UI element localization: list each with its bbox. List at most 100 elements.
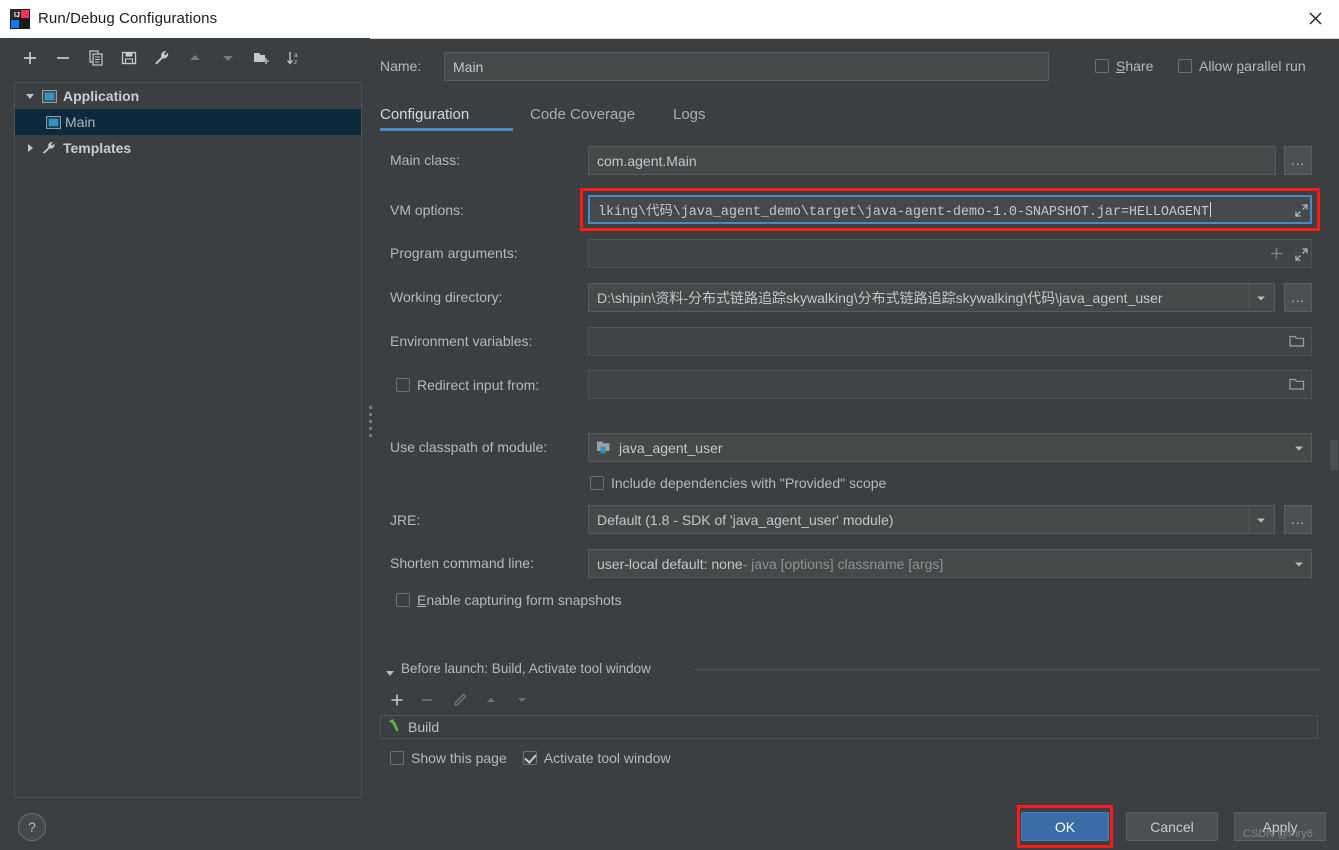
activate-tool-window-label: Activate tool window — [543, 750, 671, 766]
build-hammer-icon — [387, 718, 402, 736]
redirect-input-label: Redirect input from: — [417, 377, 540, 393]
application-icon — [43, 115, 63, 129]
module-icon — [595, 438, 613, 456]
before-launch-task-row[interactable]: Build — [380, 715, 1318, 739]
move-up-button[interactable] — [181, 44, 209, 72]
window-title: Run/Debug Configurations — [38, 10, 218, 27]
shorten-command-line-hint: - java [options] classname [args] — [742, 555, 944, 572]
checkbox-box[interactable] — [1095, 59, 1109, 73]
jre-browse-button[interactable]: ... — [1284, 505, 1312, 534]
include-provided-dependencies-checkbox[interactable]: Include dependencies with "Provided" sco… — [590, 475, 886, 491]
jre-label: JRE: — [390, 512, 421, 528]
environment-variables-label: Environment variables: — [390, 333, 533, 349]
redirect-input-checkbox[interactable]: Redirect input from: — [396, 377, 539, 393]
folder-icon[interactable] — [1285, 371, 1309, 397]
vm-options-label: VM options: — [390, 202, 464, 218]
tree-item-templates[interactable]: Templates — [15, 135, 361, 161]
text-caret — [1209, 202, 1211, 217]
working-directory-dropdown-arrow[interactable] — [1249, 284, 1272, 311]
chevron-down-icon[interactable] — [385, 666, 395, 681]
show-this-page-checkbox[interactable]: Show this page — [390, 750, 507, 766]
move-task-up-button[interactable] — [479, 688, 503, 712]
main-class-browse-button[interactable]: ... — [1284, 146, 1312, 175]
tree-item-main[interactable]: Main — [15, 109, 361, 135]
scrollbar-thumb[interactable] — [1330, 440, 1338, 470]
tab-bar: Configuration Code Coverage Logs — [380, 98, 1339, 132]
insert-macro-icon[interactable] — [1268, 240, 1284, 266]
name-label: Name: — [380, 58, 422, 74]
tab-code-coverage[interactable]: Code Coverage — [530, 98, 635, 130]
svg-text:a: a — [294, 52, 298, 59]
before-launch-task-label: Build — [408, 719, 440, 735]
wrench-icon[interactable] — [148, 44, 176, 72]
add-task-button[interactable] — [385, 688, 409, 712]
pencil-icon[interactable] — [448, 688, 472, 712]
use-classpath-module-label: Use classpath of module: — [390, 439, 548, 455]
chevron-down-icon[interactable] — [21, 91, 39, 101]
checkbox-box[interactable] — [396, 378, 410, 392]
close-icon[interactable] — [1291, 0, 1339, 37]
shorten-command-line-label: Shorten command line: — [390, 555, 534, 571]
ok-button[interactable]: OK — [1021, 812, 1109, 841]
working-directory-input[interactable]: D:\shipin\资料-分布式链路追踪skywalking\分布式链路追踪sk… — [588, 283, 1275, 312]
tab-logs[interactable]: Logs — [673, 98, 706, 130]
checkbox-box[interactable] — [590, 476, 604, 490]
checkbox-box[interactable] — [1178, 59, 1192, 73]
checkbox-box[interactable] — [522, 751, 537, 765]
add-configuration-button[interactable] — [16, 44, 44, 72]
shorten-command-line-combo[interactable]: user-local default: none - java [options… — [588, 549, 1312, 578]
intellij-idea-icon: IJ — [10, 9, 30, 29]
share-label: Share — [1116, 58, 1154, 74]
environment-variables-input[interactable] — [588, 327, 1312, 356]
remove-configuration-button[interactable] — [49, 44, 77, 72]
checkbox-box[interactable] — [396, 593, 410, 607]
allow-parallel-run-label: Allow parallel run — [1199, 58, 1306, 74]
sort-alpha-icon[interactable]: a z — [280, 44, 308, 72]
remove-task-button[interactable] — [415, 688, 439, 712]
configurations-tree[interactable]: Application Main Templates — [14, 82, 362, 798]
allow-parallel-run-checkbox[interactable]: Allow parallel run — [1178, 58, 1306, 74]
working-directory-browse-button[interactable]: ... — [1284, 283, 1312, 312]
tab-configuration[interactable]: Configuration — [380, 98, 469, 130]
application-icon — [39, 89, 59, 103]
tree-label: Application — [63, 88, 140, 104]
include-provided-dependencies-label: Include dependencies with "Provided" sco… — [611, 475, 887, 491]
shorten-command-line-dropdown-arrow[interactable] — [1288, 550, 1310, 577]
expand-editor-icon[interactable] — [1292, 197, 1310, 223]
cancel-button[interactable]: Cancel — [1126, 812, 1218, 841]
move-task-down-button[interactable] — [510, 688, 534, 712]
configurations-toolbar: a z — [0, 38, 370, 82]
expand-editor-icon[interactable] — [1292, 241, 1310, 267]
use-classpath-module-dropdown-arrow[interactable] — [1288, 434, 1310, 461]
watermark: CSDN @mry6 — [1243, 828, 1313, 840]
svg-text:IJ: IJ — [14, 12, 20, 19]
enable-capturing-snapshots-label: Enable capturing form snapshots — [417, 592, 622, 608]
copy-configuration-button[interactable] — [82, 44, 110, 72]
activate-tool-window-checkbox[interactable]: Activate tool window — [522, 750, 671, 766]
jre-dropdown-arrow[interactable] — [1249, 506, 1272, 533]
before-launch-title: Before launch: Build, Activate tool wind… — [401, 661, 651, 676]
jre-combo[interactable]: Default (1.8 - SDK of 'java_agent_user' … — [588, 505, 1275, 534]
folder-add-icon[interactable] — [247, 44, 275, 72]
checkbox-box[interactable] — [390, 751, 404, 765]
redirect-input-field[interactable] — [588, 370, 1312, 399]
chevron-right-icon[interactable] — [21, 143, 39, 153]
vm-options-input[interactable]: lking\代码\java_agent_demo\target\java-age… — [588, 195, 1312, 224]
tree-item-application[interactable]: Application — [15, 83, 361, 109]
move-down-button[interactable] — [214, 44, 242, 72]
name-input[interactable]: Main — [444, 52, 1049, 81]
main-class-input[interactable]: com.agent.Main — [588, 146, 1276, 175]
program-arguments-input[interactable] — [588, 239, 1312, 268]
help-button[interactable]: ? — [18, 813, 46, 841]
working-directory-label: Working directory: — [390, 289, 503, 305]
use-classpath-module-combo[interactable]: java_agent_user — [588, 433, 1312, 462]
folder-icon[interactable] — [1285, 328, 1309, 354]
save-configuration-button[interactable] — [115, 44, 143, 72]
enable-capturing-snapshots-checkbox[interactable]: Enable capturing form snapshots — [396, 592, 622, 608]
shorten-command-line-value: user-local default: none — [597, 555, 743, 572]
share-checkbox[interactable]: Share — [1095, 58, 1153, 74]
before-launch-section: Before launch: Build, Activate tool wind… — [380, 660, 1320, 680]
panel-splitter[interactable] — [366, 406, 374, 438]
show-this-page-label: Show this page — [411, 750, 507, 766]
program-arguments-label: Program arguments: — [390, 245, 518, 261]
